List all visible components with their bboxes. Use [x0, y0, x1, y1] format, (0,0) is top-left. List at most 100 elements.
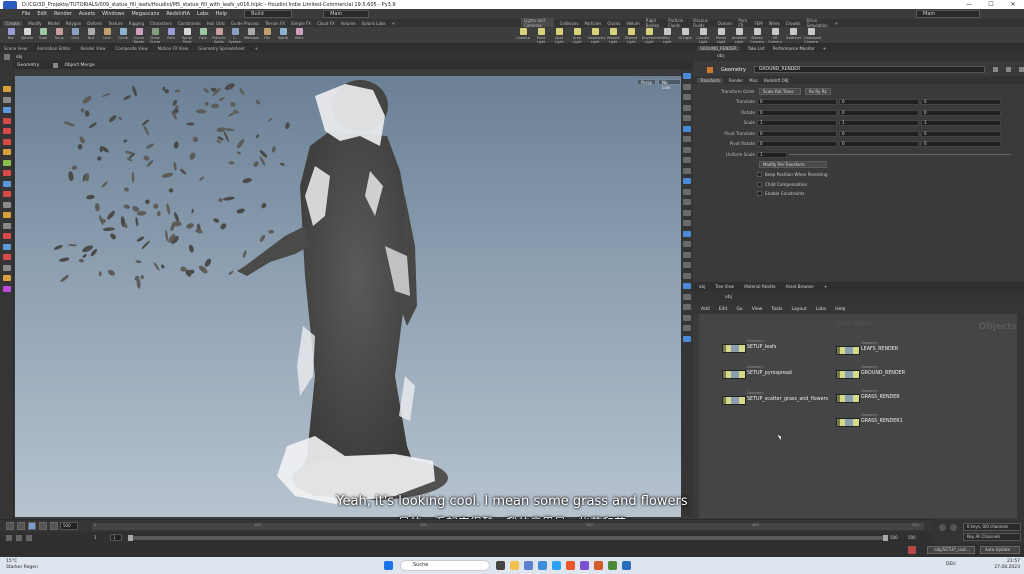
shelf-tab[interactable]: Model — [48, 21, 60, 26]
task-view-icon[interactable] — [496, 561, 505, 570]
shelf-tool-button[interactable]: Stereo Camera — [750, 28, 764, 44]
node-flag[interactable] — [723, 397, 726, 404]
parameter-tab[interactable]: Take List — [748, 46, 765, 51]
network-tab[interactable]: Asset Browser — [786, 284, 814, 289]
range-end-2[interactable]: 500 — [908, 535, 916, 540]
keyframe-icon[interactable] — [950, 524, 957, 531]
3d-viewport[interactable]: Persp No cam — [15, 76, 681, 517]
app3-icon[interactable] — [622, 561, 631, 570]
range-start[interactable]: 1 — [94, 535, 97, 540]
shelf-tool-button[interactable]: Font — [196, 28, 210, 40]
geometry-node[interactable]: Geometry GRASS_RENDER1 — [836, 413, 956, 428]
shelf-tool-button[interactable]: Line — [100, 28, 114, 40]
shelf-tab[interactable]: Simple FX — [291, 21, 311, 26]
tool-icon[interactable] — [3, 264, 11, 271]
node-flag[interactable] — [723, 371, 726, 378]
tool-icon[interactable] — [3, 149, 11, 155]
network-menu-item[interactable]: View — [752, 307, 763, 312]
shelf-tab[interactable]: Polygon — [66, 21, 82, 26]
shelf-tool-button[interactable]: File — [260, 28, 274, 40]
transform-order-select[interactable]: Scale Rot Trans — [759, 88, 801, 95]
obs-icon[interactable] — [580, 561, 589, 570]
shelf-tool-button[interactable]: GI Light — [678, 28, 692, 40]
node-flag[interactable] — [837, 347, 840, 354]
tool-icon[interactable] — [3, 222, 11, 229]
parameter-field-z[interactable]: 1 — [921, 120, 1001, 126]
shelf-tool-button[interactable]: Curve Bezier — [132, 28, 146, 44]
help-icon[interactable] — [1006, 67, 1012, 72]
parameter-field-x[interactable]: 0 — [757, 99, 837, 105]
parameter-field-z[interactable]: 0 — [921, 141, 1001, 147]
tab-transform[interactable]: Transform — [697, 77, 723, 83]
camera-menu[interactable]: No cam — [658, 79, 681, 90]
step-back-button[interactable] — [17, 522, 25, 530]
app-icon[interactable] — [524, 561, 533, 570]
display-option-icon[interactable] — [683, 157, 691, 163]
tool-icon[interactable] — [3, 128, 11, 134]
info-icon[interactable] — [1019, 67, 1024, 72]
display-option-icon[interactable] — [683, 262, 691, 268]
keys-channels-field[interactable]: 0 keys, 0/0 channels — [963, 523, 1021, 531]
shelf-tab[interactable]: Deform — [87, 21, 102, 26]
geometry-node[interactable]: Geometry GROUND_RENDER — [836, 365, 956, 380]
parameter-field-y[interactable]: 0 — [839, 141, 919, 147]
shelf-tool-button[interactable]: Camera — [516, 28, 530, 40]
shelf-tab[interactable]: Terrain FX — [265, 21, 285, 26]
menu-windows[interactable]: Windows — [102, 11, 124, 17]
parameter-path[interactable]: obj — [693, 52, 1024, 61]
tab-misc[interactable]: Misc — [749, 78, 758, 83]
shelf-tool-button[interactable]: Ambient Light — [732, 28, 747, 44]
parameter-tab[interactable]: + — [823, 46, 826, 51]
geometry-node[interactable]: Geometry SETUP_leafs — [722, 339, 842, 354]
display-option-icon[interactable] — [683, 251, 691, 258]
menu-render[interactable]: Render — [54, 11, 72, 17]
shelf-tab[interactable]: Volume — [341, 21, 356, 26]
geometry-node[interactable]: Geometry SETUP_scatter_grass_and_flowers — [722, 391, 842, 406]
clock[interactable]: 21:57 27.08.2023 — [990, 559, 1020, 571]
range-icon[interactable] — [6, 535, 12, 541]
shelf-tab[interactable]: Rigging — [129, 21, 144, 26]
language-indicator[interactable]: DEU — [946, 562, 956, 567]
minimize-button[interactable]: — — [958, 0, 980, 9]
parameter-field-z[interactable]: 0 — [921, 130, 1001, 137]
display-option-icon[interactable] — [683, 314, 691, 321]
network-menu-item[interactable]: Help — [835, 307, 845, 312]
display-option-icon[interactable] — [683, 220, 691, 226]
viewer-tab[interactable]: Scene View — [4, 46, 27, 51]
tab-render[interactable]: Render — [729, 78, 743, 83]
shelf-tool-button[interactable]: Sky Light — [660, 28, 674, 44]
menu-help[interactable]: Help — [216, 11, 227, 17]
app2-icon[interactable] — [608, 561, 617, 570]
menu-labs[interactable]: Labs — [197, 11, 209, 17]
shelf-tool-button[interactable]: Tube — [36, 28, 50, 40]
parameter-field-x[interactable]: 0 — [757, 109, 837, 116]
viewer-tab[interactable]: Animation Editor — [37, 46, 71, 51]
range-end[interactable]: 500 — [890, 535, 898, 540]
viewer-tab[interactable]: Render View — [80, 46, 105, 51]
current-frame-field[interactable]: 500 — [60, 522, 78, 530]
tool-icon[interactable] — [3, 233, 11, 239]
tool-icon[interactable] — [3, 243, 11, 250]
parameter-field-x[interactable]: 0 — [757, 141, 837, 147]
shelf-tab[interactable]: Vellum — [626, 21, 640, 26]
display-option-icon[interactable] — [683, 73, 691, 79]
parameter-field-y[interactable]: 0 — [839, 130, 919, 137]
parameter-field-x[interactable]: 1 — [757, 120, 837, 126]
display-option-icon[interactable] — [683, 178, 691, 184]
shelf-tool-button[interactable]: Area Light — [570, 28, 584, 44]
network-editor[interactable]: Indie Edition Objects Geometry SETUP_leaf… — [699, 314, 1017, 518]
tool-icon[interactable] — [3, 159, 11, 166]
network-menu-item[interactable]: Add — [701, 307, 710, 312]
shelf-tool-button[interactable]: Spray Paint — [180, 28, 194, 44]
display-option-icon[interactable] — [683, 199, 691, 205]
jump-end-button[interactable] — [50, 522, 58, 530]
geometry-node[interactable]: Geometry GRASS_RENDER — [836, 389, 956, 404]
shelf-tool-button[interactable]: Metaball — [244, 28, 259, 40]
node-flag[interactable] — [837, 371, 840, 378]
display-option-icon[interactable] — [683, 230, 691, 237]
menu-assets[interactable]: Assets — [79, 11, 95, 17]
display-option-icon[interactable] — [683, 104, 691, 111]
shelf-tool-button[interactable]: Grid — [68, 28, 82, 40]
shelf-tool-button[interactable]: Box — [4, 28, 18, 40]
tool-icon[interactable] — [3, 86, 11, 92]
